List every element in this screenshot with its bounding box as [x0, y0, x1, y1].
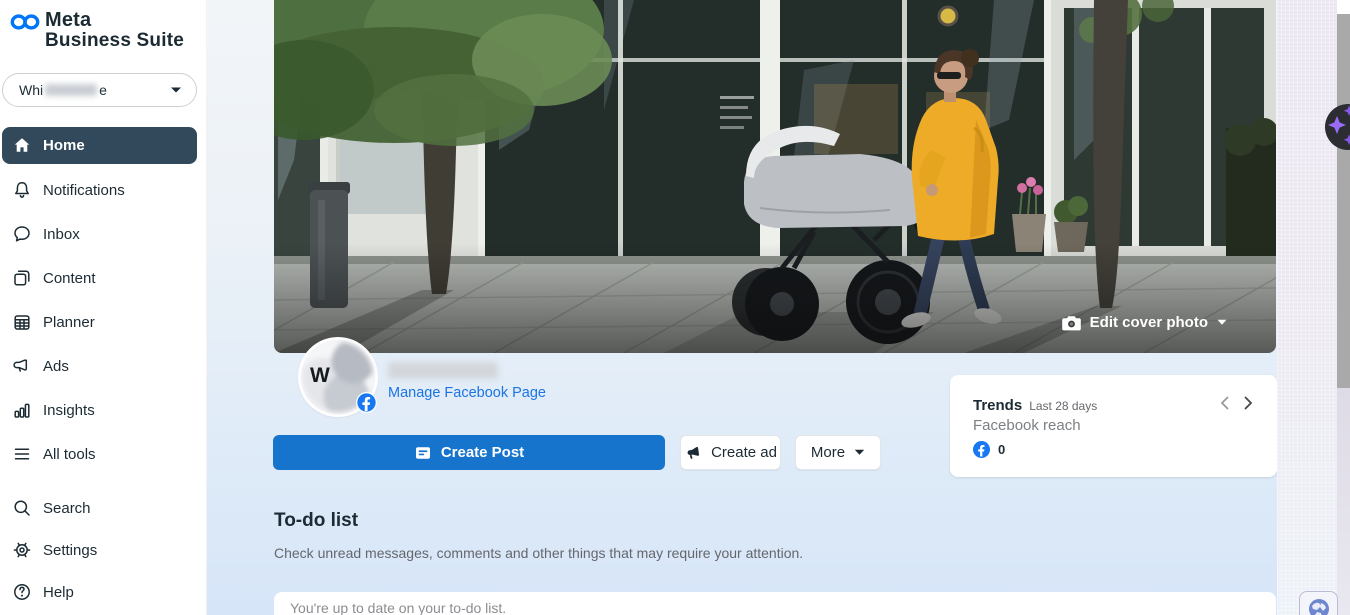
sidebar-item-label: Help — [43, 584, 74, 601]
sidebar-item-label: Content — [43, 270, 96, 287]
sidebar-item-notifications[interactable]: Notifications — [2, 168, 197, 212]
page-name-fragment-end: e — [99, 82, 107, 98]
page-name-redacted — [388, 362, 498, 379]
todo-empty-card: You're up to date on your to-do list. — [274, 592, 1276, 615]
edit-cover-photo-button[interactable]: Edit cover photo — [1062, 314, 1227, 331]
more-button[interactable]: More — [795, 435, 881, 470]
sidebar-item-insights[interactable]: Insights — [2, 388, 197, 432]
sidebar-item-label: Search — [43, 500, 91, 517]
main-content: Edit cover photo W Manage Facebook Page … — [207, 0, 1277, 615]
sidebar-item-label: Settings — [43, 542, 97, 559]
post-icon — [414, 444, 432, 462]
trends-prev-button[interactable] — [1220, 396, 1229, 410]
todo-list-description: Check unread messages, comments and othe… — [274, 545, 803, 561]
more-label: More — [811, 444, 845, 461]
create-ad-label: Create ad — [711, 444, 777, 461]
chevron-down-icon — [170, 86, 182, 94]
home-icon — [12, 136, 32, 156]
chevron-down-icon — [1217, 319, 1227, 326]
posts-icon — [12, 268, 32, 288]
sidebar-item-label: Insights — [43, 402, 95, 419]
globe-extension-button[interactable] — [1299, 591, 1338, 615]
window-scrollbar[interactable] — [1337, 0, 1350, 615]
question-icon — [12, 582, 32, 602]
sidebar-item-search[interactable]: Search — [2, 487, 197, 529]
manage-facebook-page-link[interactable]: Manage Facebook Page — [388, 385, 546, 401]
sparkle-icon — [1325, 104, 1350, 150]
trends-next-button[interactable] — [1244, 396, 1253, 410]
sidebar-item-label: Planner — [43, 314, 95, 331]
sidebar-item-label: Notifications — [43, 182, 125, 199]
page-name-fragment-start: Whi — [19, 82, 43, 98]
sidebar: Meta Business Suite Whi e Home Notificati… — [0, 0, 207, 615]
globe-icon — [1308, 598, 1330, 615]
bell-icon — [12, 180, 32, 200]
sidebar-item-label: All tools — [43, 446, 96, 463]
bar-chart-icon — [12, 400, 32, 420]
megaphone-icon — [684, 444, 702, 462]
trends-range: Last 28 days — [1029, 399, 1097, 413]
camera-icon — [1062, 315, 1081, 331]
trends-metric-label: Facebook reach — [973, 417, 1253, 434]
search-icon — [12, 498, 32, 518]
edit-cover-photo-label: Edit cover photo — [1090, 314, 1208, 331]
ai-assistant-button[interactable] — [1325, 104, 1350, 150]
page-selector-dropdown[interactable]: Whi e — [2, 73, 197, 107]
facebook-icon — [973, 441, 990, 458]
brand-line-1: Meta — [45, 10, 184, 31]
sidebar-item-home[interactable]: Home — [2, 127, 197, 164]
gear-icon — [12, 540, 32, 560]
sidebar-item-all-tools[interactable]: All tools — [2, 432, 197, 476]
chat-bubble-icon — [12, 224, 32, 244]
facebook-reach-value: 0 — [998, 442, 1005, 457]
meta-infinity-icon — [10, 13, 40, 31]
sidebar-item-inbox[interactable]: Inbox — [2, 212, 197, 256]
brand-line-2: Business Suite — [45, 31, 184, 51]
meta-business-suite-logo: Meta Business Suite — [10, 10, 184, 51]
megaphone-icon — [12, 356, 32, 376]
sidebar-item-help[interactable]: Help — [2, 571, 197, 613]
sidebar-item-planner[interactable]: Planner — [2, 300, 197, 344]
chevron-down-icon — [854, 449, 865, 456]
create-ad-button[interactable]: Create ad — [680, 435, 781, 470]
sidebar-item-label: Home — [43, 137, 85, 154]
facebook-badge-icon — [356, 392, 377, 413]
sidebar-item-label: Inbox — [43, 226, 80, 243]
create-post-label: Create Post — [441, 444, 524, 461]
calendar-icon — [12, 312, 32, 332]
cover-gradient-overlay — [274, 243, 1276, 353]
avatar-letter: W — [310, 364, 330, 388]
todo-empty-message: You're up to date on your to-do list. — [290, 600, 506, 615]
trends-title: Trends — [973, 397, 1022, 414]
sidebar-nav: Home Notifications Inbox Content Planner… — [2, 127, 197, 476]
page-name-redacted — [45, 84, 97, 96]
todo-list-title: To-do list — [274, 510, 358, 532]
create-post-button[interactable]: Create Post — [273, 435, 665, 470]
cover-photo: Edit cover photo — [274, 0, 1276, 353]
page-avatar[interactable]: W — [301, 340, 375, 414]
sidebar-secondary-nav: Search Settings Help — [2, 487, 197, 613]
menu-lines-icon — [12, 444, 32, 464]
sidebar-item-label: Ads — [43, 358, 69, 375]
trends-card: Trends Last 28 days Facebook reach 0 — [950, 375, 1277, 477]
sidebar-item-content[interactable]: Content — [2, 256, 197, 300]
sidebar-item-settings[interactable]: Settings — [2, 529, 197, 571]
sidebar-item-ads[interactable]: Ads — [2, 344, 197, 388]
